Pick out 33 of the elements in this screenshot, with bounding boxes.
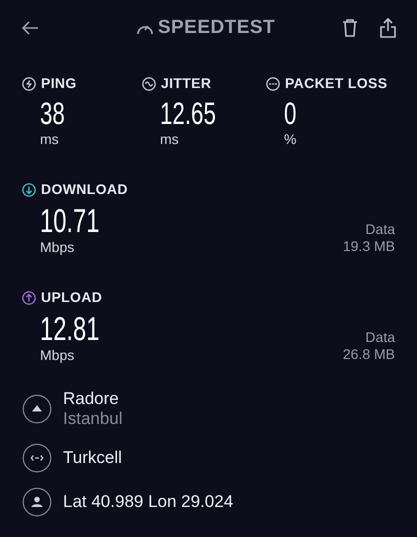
- trash-icon: [341, 18, 359, 38]
- delete-button[interactable]: [341, 18, 359, 38]
- app-title: SPEEDTEST: [158, 16, 276, 40]
- share-button[interactable]: [379, 17, 397, 39]
- speed-value: 10.71: [40, 203, 100, 239]
- metric-unit: %: [284, 131, 298, 147]
- data-label: Data: [365, 329, 395, 346]
- metric-unit: ms: [160, 131, 180, 147]
- speed-value: 12.81: [40, 311, 100, 347]
- user-icon: [22, 487, 52, 517]
- metric-unit: ms: [40, 131, 60, 147]
- transfer-label: UPLOAD: [41, 288, 102, 307]
- metric-label: PACKET LOSS: [285, 74, 388, 93]
- ping-icon: [22, 76, 36, 90]
- metric-value: 38: [40, 97, 65, 131]
- metric-label: JITTER: [161, 74, 212, 93]
- info-title: Radore: [63, 389, 120, 409]
- metric-value: 12.65: [160, 97, 216, 131]
- info-subtitle: Istanbul: [63, 409, 123, 429]
- transfer-label: DOWNLOAD: [41, 180, 128, 199]
- loss-icon: [266, 76, 280, 90]
- metric-value: 0: [284, 97, 296, 131]
- speed-unit: Mbps: [40, 347, 76, 363]
- data-value: 26.8 MB: [342, 346, 395, 363]
- share-icon: [379, 17, 397, 39]
- data-label: Data: [365, 221, 395, 238]
- data-value: 19.3 MB: [342, 238, 395, 255]
- speed-unit: Mbps: [40, 239, 76, 255]
- info-title: Turkcell: [63, 448, 122, 468]
- metric-label: PING: [41, 74, 77, 93]
- info-title: Lat 40.989 Lon 29.024: [63, 492, 234, 512]
- jitter-icon: [142, 76, 156, 90]
- code-icon: [22, 443, 52, 473]
